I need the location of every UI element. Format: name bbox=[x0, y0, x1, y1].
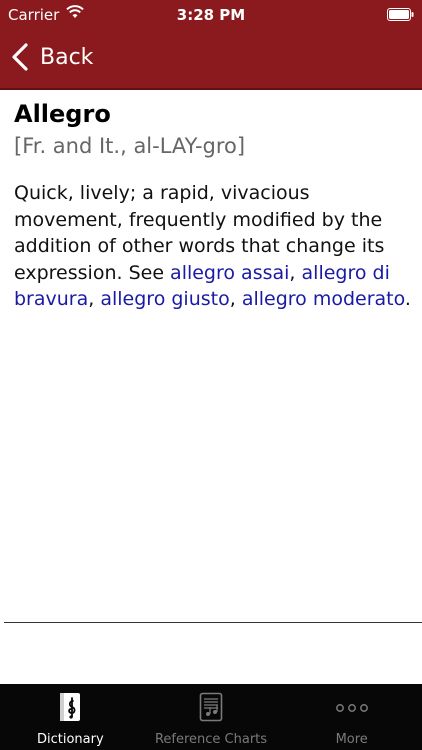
tab-more[interactable]: More bbox=[281, 684, 422, 750]
more-icon bbox=[335, 704, 368, 712]
status-bar: Carrier 3:28 PM bbox=[0, 0, 422, 30]
tab-label: Reference Charts bbox=[154, 732, 268, 747]
link-separator: , bbox=[289, 261, 302, 284]
reference-charts-icon bbox=[199, 692, 223, 722]
link-separator: , bbox=[229, 288, 242, 310]
back-label: Back bbox=[40, 44, 94, 70]
status-time: 3:28 PM bbox=[176, 6, 246, 24]
tab-bar: Dictionary Reference Charts More bbox=[0, 684, 422, 750]
link-separator: . bbox=[404, 288, 411, 310]
dictionary-icon bbox=[60, 693, 81, 721]
link-allegro-giusto[interactable]: allegro giusto bbox=[100, 288, 229, 310]
chevron-left-icon bbox=[12, 43, 28, 71]
entry-pronunciation: [Fr. and It., al-LAY-gro] bbox=[14, 134, 246, 158]
link-allegro-moderato[interactable]: allegro moderato bbox=[242, 288, 405, 310]
header-divider bbox=[0, 88, 422, 90]
entry-definition: Quick, lively; a rapid, vivacious moveme… bbox=[14, 180, 414, 313]
link-allegro-assai[interactable]: allegro assai bbox=[170, 262, 289, 284]
content-divider bbox=[4, 622, 422, 623]
tab-reference-charts[interactable]: Reference Charts bbox=[141, 684, 282, 750]
tab-dictionary[interactable]: Dictionary bbox=[0, 684, 141, 750]
navigation-header: Carrier 3:28 PM Back bbox=[0, 0, 422, 88]
entry-content: Allegro [Fr. and It., al-LAY-gro] Quick,… bbox=[14, 96, 414, 313]
tab-label: Dictionary bbox=[36, 732, 104, 747]
tab-label: More bbox=[335, 732, 368, 747]
link-separator: , bbox=[88, 288, 101, 310]
battery-icon bbox=[387, 8, 414, 21]
back-button[interactable]: Back bbox=[10, 40, 93, 74]
entry-term: Allegro bbox=[14, 100, 111, 128]
